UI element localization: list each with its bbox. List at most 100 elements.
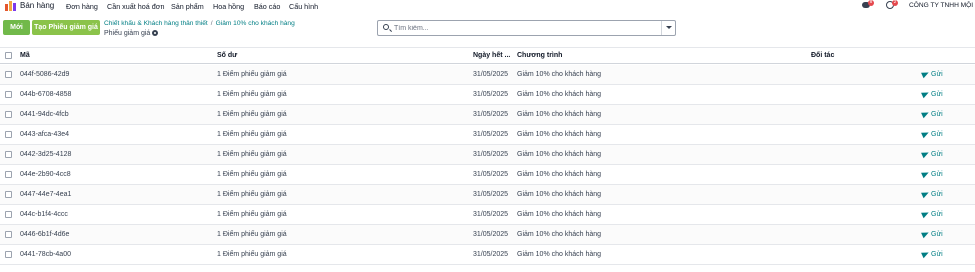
coupon-code: 0441-94dc-4fcb bbox=[20, 111, 69, 118]
paper-plane-icon bbox=[921, 149, 930, 158]
search-input[interactable] bbox=[394, 22, 659, 34]
row-checkbox[interactable] bbox=[5, 231, 12, 238]
send-label: Gửi bbox=[931, 71, 943, 78]
table-row[interactable]: 0447-44e7-4ea1 1 Điểm phiếu giảm giá 31/05… bbox=[0, 185, 975, 205]
paper-plane-icon bbox=[921, 249, 930, 258]
coupon-code: 0441-78cb-4a00 bbox=[20, 251, 71, 258]
paper-plane-icon bbox=[921, 189, 930, 198]
new-button[interactable]: Mới bbox=[3, 20, 30, 35]
coupon-expiry: 31/05/2025 bbox=[473, 251, 509, 258]
table-header: Mã Số dư Ngày hết ... Chương trình Đối t… bbox=[0, 47, 975, 64]
coupon-program: Giảm 10% cho khách hàng bbox=[517, 231, 602, 238]
send-label: Gửi bbox=[931, 191, 943, 198]
coupon-balance: 1 Điểm phiếu giảm giá bbox=[217, 231, 287, 238]
row-checkbox[interactable] bbox=[5, 71, 12, 78]
send-button[interactable]: Gửi bbox=[921, 189, 943, 198]
page-title-text: Phiếu giảm giá bbox=[104, 30, 151, 37]
table-row[interactable]: 044b-6708-4858 1 Điểm phiếu giảm giá 31/05… bbox=[0, 85, 975, 105]
send-label: Gửi bbox=[931, 251, 943, 258]
menu-item-products[interactable]: Sản phẩm bbox=[171, 2, 204, 11]
column-code[interactable]: Mã bbox=[20, 52, 30, 59]
send-label: Gửi bbox=[931, 231, 943, 238]
row-checkbox[interactable] bbox=[5, 151, 12, 158]
activity-count-badge: 2 bbox=[892, 0, 898, 6]
coupon-code: 0446-6b1f-4d6e bbox=[20, 231, 70, 238]
table-row[interactable]: 044c-b1f4-4ccc 1 Điểm phiếu giảm giá 31/05… bbox=[0, 205, 975, 225]
coupon-balance: 1 Điểm phiếu giảm giá bbox=[217, 171, 287, 178]
send-label: Gửi bbox=[931, 171, 943, 178]
coupon-program: Giảm 10% cho khách hàng bbox=[517, 171, 602, 178]
coupon-code: 0447-44e7-4ea1 bbox=[20, 191, 72, 198]
coupon-expiry: 31/05/2025 bbox=[473, 151, 509, 158]
table-row[interactable]: 0446-6b1f-4d6e 1 Điểm phiếu giảm giá 31/05… bbox=[0, 225, 975, 245]
send-button[interactable]: Gửi bbox=[921, 229, 943, 238]
row-checkbox[interactable] bbox=[5, 91, 12, 98]
coupon-balance: 1 Điểm phiếu giảm giá bbox=[217, 151, 287, 158]
coupon-program: Giảm 10% cho khách hàng bbox=[517, 191, 602, 198]
send-button[interactable]: Gửi bbox=[921, 249, 943, 258]
chat-icon[interactable]: 8 bbox=[862, 0, 874, 10]
app-name[interactable]: Bán hàng bbox=[20, 1, 54, 10]
send-label: Gửi bbox=[931, 131, 943, 138]
table-row[interactable]: 0441-78cb-4a00 1 Điểm phiếu giảm giá 31/05… bbox=[0, 245, 975, 265]
table-row[interactable]: 0441-94dc-4fcb 1 Điểm phiếu giảm giá 31/05… bbox=[0, 105, 975, 125]
send-label: Gửi bbox=[931, 151, 943, 158]
sales-app-icon[interactable] bbox=[5, 1, 16, 11]
coupon-expiry: 31/05/2025 bbox=[473, 111, 509, 118]
menu-item-commission[interactable]: Hoa hồng bbox=[213, 2, 244, 11]
breadcrumb-program[interactable]: Giảm 10% cho khách hàng bbox=[216, 20, 295, 27]
table-row[interactable]: 0442-3d25-4128 1 Điểm phiếu giảm giá 31/05… bbox=[0, 145, 975, 165]
coupon-balance: 1 Điểm phiếu giảm giá bbox=[217, 211, 287, 218]
row-checkbox[interactable] bbox=[5, 251, 12, 258]
coupon-code: 0442-3d25-4128 bbox=[20, 151, 72, 158]
paper-plane-icon bbox=[921, 229, 930, 238]
send-button[interactable]: Gửi bbox=[921, 109, 943, 118]
coupon-code: 044e-2b90-4cc8 bbox=[20, 171, 71, 178]
table-row[interactable]: 044e-2b90-4cc8 1 Điểm phiếu giảm giá 31/05… bbox=[0, 165, 975, 185]
send-button[interactable]: Gửi bbox=[921, 149, 943, 158]
activity-clock-icon[interactable]: 2 bbox=[886, 0, 898, 10]
paper-plane-icon bbox=[921, 69, 930, 78]
send-label: Gửi bbox=[931, 211, 943, 218]
gear-icon[interactable] bbox=[152, 29, 159, 36]
row-checkbox[interactable] bbox=[5, 191, 12, 198]
send-button[interactable]: Gửi bbox=[921, 69, 943, 78]
chat-count-badge: 8 bbox=[868, 0, 874, 6]
breadcrumb-parent[interactable]: Chiết khấu & Khách hàng thân thiết bbox=[104, 20, 208, 27]
row-checkbox[interactable] bbox=[5, 171, 12, 178]
company-switcher[interactable]: CÔNG TY TNHH MỘI bbox=[909, 2, 973, 9]
column-program[interactable]: Chương trình bbox=[517, 52, 562, 59]
row-checkbox[interactable] bbox=[5, 211, 12, 218]
paper-plane-icon bbox=[921, 129, 930, 138]
search-icon bbox=[383, 24, 389, 30]
search-options-toggle[interactable] bbox=[661, 21, 675, 35]
breadcrumb: Chiết khấu & Khách hàng thân thiết / Giảm … bbox=[104, 20, 295, 27]
select-all-checkbox[interactable] bbox=[5, 52, 12, 59]
coupon-balance: 1 Điểm phiếu giảm giá bbox=[217, 111, 287, 118]
search-bar bbox=[377, 20, 676, 36]
top-navbar: Bán hàng Đơn hàng Cần xuất hoá đơn Sản p… bbox=[0, 0, 975, 12]
menu-item-to-invoice[interactable]: Cần xuất hoá đơn bbox=[107, 2, 164, 11]
send-label: Gửi bbox=[931, 111, 943, 118]
table-row[interactable]: 044f-5086-42d9 1 Điểm phiếu giảm giá 31/05… bbox=[0, 65, 975, 85]
menu-item-reporting[interactable]: Báo cáo bbox=[254, 2, 280, 11]
paper-plane-icon bbox=[921, 209, 930, 218]
send-button[interactable]: Gửi bbox=[921, 129, 943, 138]
column-balance[interactable]: Số dư bbox=[217, 52, 237, 59]
column-expiry[interactable]: Ngày hết ... bbox=[473, 52, 510, 59]
menu-item-configuration[interactable]: Cấu hình bbox=[289, 2, 318, 11]
coupon-balance: 1 Điểm phiếu giảm giá bbox=[217, 251, 287, 258]
send-button[interactable]: Gửi bbox=[921, 209, 943, 218]
column-partner[interactable]: Đối tác bbox=[811, 52, 834, 59]
coupon-expiry: 31/05/2025 bbox=[473, 211, 509, 218]
coupon-program: Giảm 10% cho khách hàng bbox=[517, 71, 602, 78]
menu-item-orders[interactable]: Đơn hàng bbox=[66, 2, 98, 11]
row-checkbox[interactable] bbox=[5, 131, 12, 138]
send-button[interactable]: Gửi bbox=[921, 89, 943, 98]
generate-coupons-button[interactable]: Tạo Phiếu giảm giá bbox=[32, 20, 100, 35]
row-checkbox[interactable] bbox=[5, 111, 12, 118]
coupon-program: Giảm 10% cho khách hàng bbox=[517, 91, 602, 98]
coupon-code: 044c-b1f4-4ccc bbox=[20, 211, 68, 218]
table-row[interactable]: 0443-afca-43e4 1 Điểm phiếu giảm giá 31/05… bbox=[0, 125, 975, 145]
send-button[interactable]: Gửi bbox=[921, 169, 943, 178]
